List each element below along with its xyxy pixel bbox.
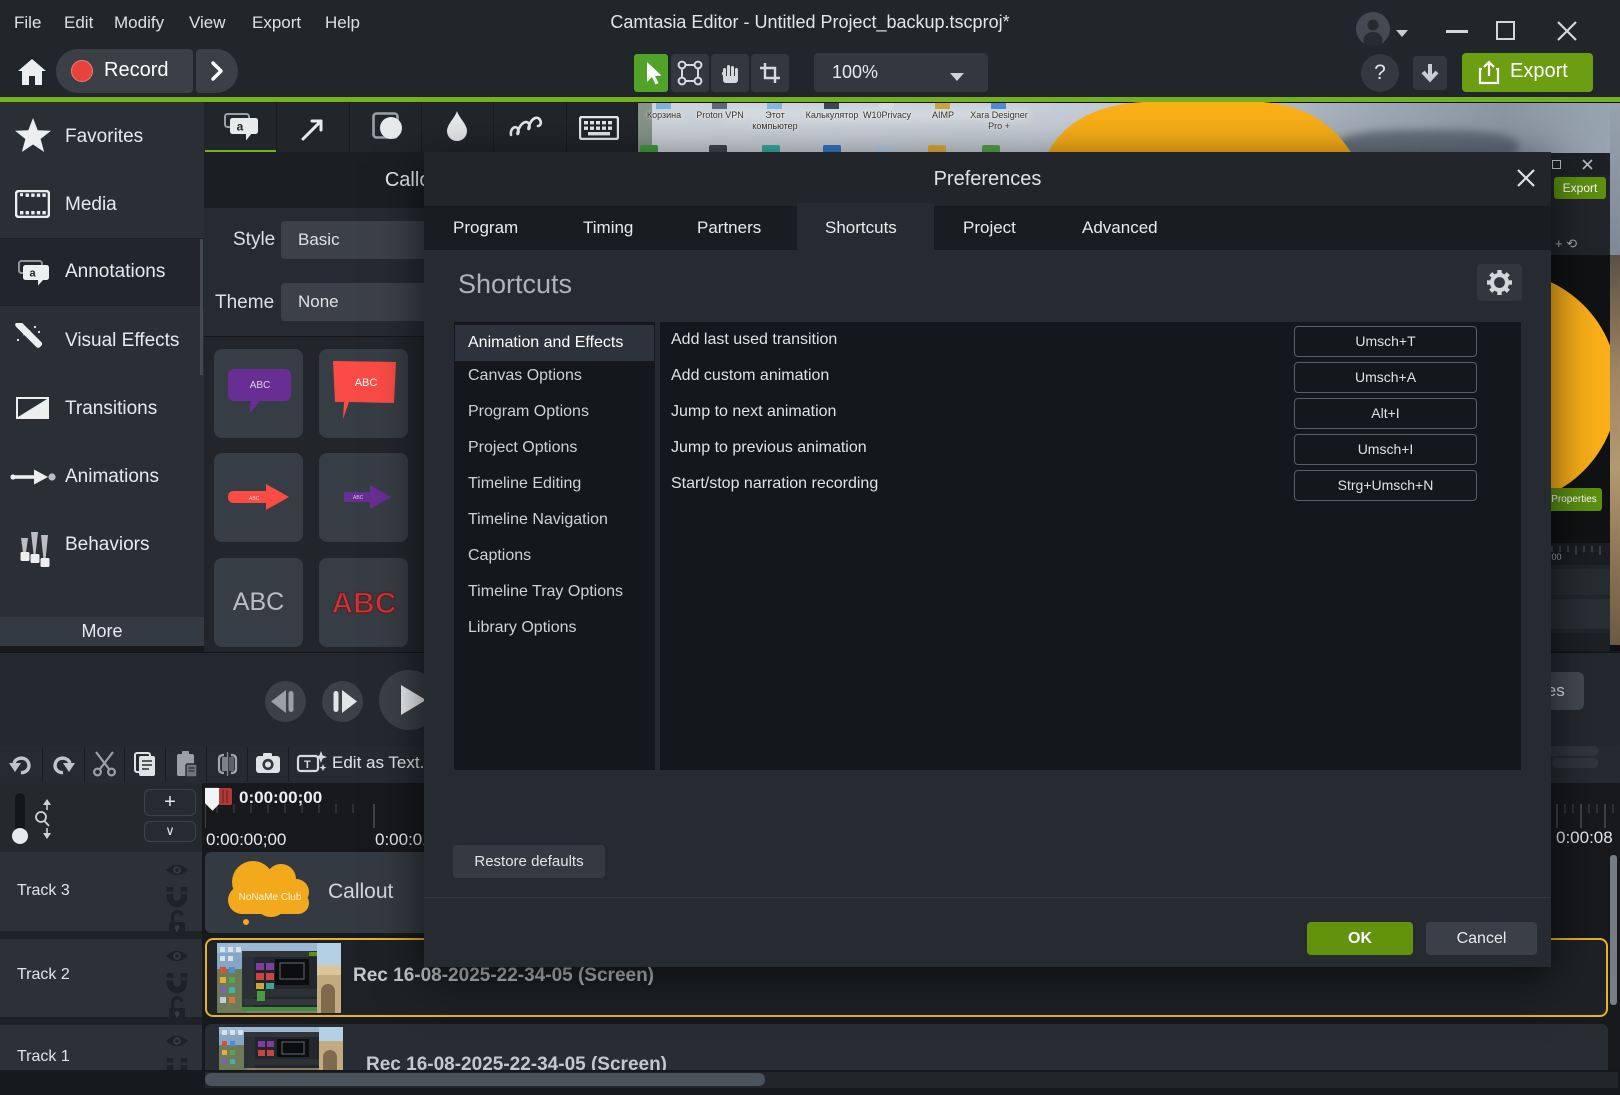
svg-text:ABC: ABC (353, 495, 364, 501)
svg-text:a: a (237, 120, 244, 134)
svg-text:ABC: ABC (250, 380, 271, 391)
svg-text:ABC: ABC (355, 377, 378, 389)
svg-text:a: a (29, 268, 36, 280)
svg-text:NoNaMe Club: NoNaMe Club (239, 892, 302, 903)
svg-text:ABC: ABC (249, 496, 260, 502)
svg-text:ABC: ABC (332, 587, 397, 620)
svg-text:T: T (304, 759, 311, 771)
